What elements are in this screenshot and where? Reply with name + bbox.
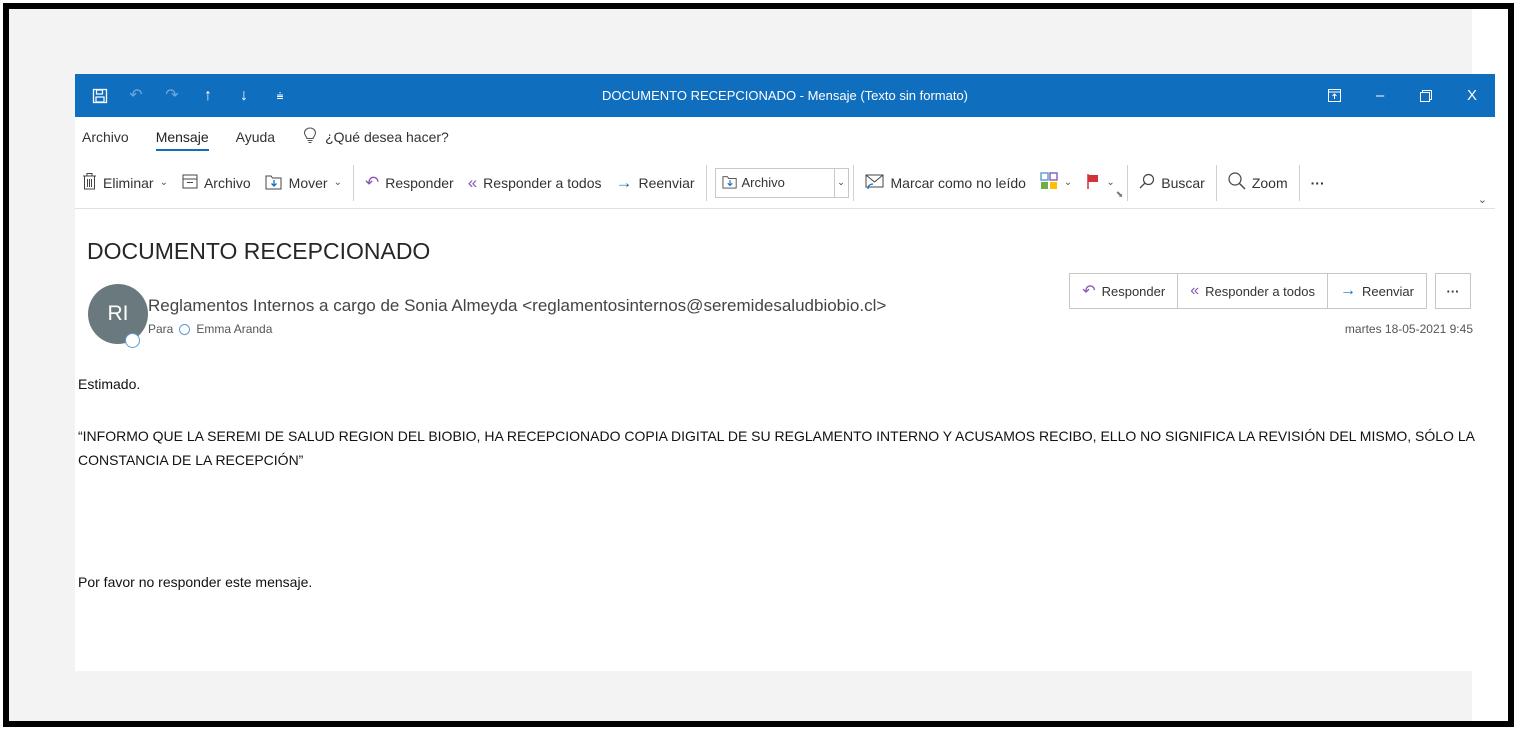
avatar-initials: RI bbox=[107, 302, 129, 325]
ribbon-separator bbox=[852, 164, 854, 201]
ribbon: Eliminar ⌄ Archivo Mover ⌄ ↶ Responder «… bbox=[75, 157, 1495, 209]
tell-me-text: ¿Qué desea hacer? bbox=[325, 129, 449, 145]
delete-label: Eliminar bbox=[103, 174, 154, 191]
search-icon bbox=[1139, 173, 1155, 192]
reply-icon: ↶ bbox=[364, 173, 380, 192]
restore-button[interactable] bbox=[1403, 74, 1449, 117]
reply-all-icon: « bbox=[1190, 282, 1200, 299]
forward-button[interactable]: → Reenviar bbox=[608, 167, 701, 199]
more-actions-button[interactable]: ··· bbox=[1435, 273, 1471, 309]
reply-all-button[interactable]: « Responder a todos bbox=[1177, 273, 1328, 309]
chevron-down-icon: ⌄ bbox=[159, 177, 168, 188]
more-commands-button[interactable]: ··· bbox=[1304, 167, 1332, 199]
screenshot-frame: ↶ ↷ ↑ ↓ ⩧ DOCUMENTO RECEPCIONADO - Mensa… bbox=[3, 3, 1514, 727]
flag-icon bbox=[1086, 173, 1100, 193]
categorize-button[interactable]: ⌄ bbox=[1033, 167, 1079, 199]
minimize-button[interactable]: – bbox=[1357, 74, 1403, 117]
reply-all-label: Responder a todos bbox=[1205, 283, 1315, 299]
avatar: RI bbox=[88, 284, 148, 344]
quick-steps-dropdown[interactable]: Archivo ⌄ bbox=[714, 167, 849, 198]
menu-ayuda[interactable]: Ayuda bbox=[236, 123, 275, 151]
title-bar: ↶ ↷ ↑ ↓ ⩧ DOCUMENTO RECEPCIONADO - Mensa… bbox=[75, 74, 1495, 117]
message-date: martes 18-05-2021 9:45 bbox=[1344, 322, 1473, 336]
reply-label: Responder bbox=[385, 174, 454, 191]
close-button[interactable]: X bbox=[1449, 74, 1495, 117]
to-label: Para bbox=[148, 322, 174, 336]
chevron-down-icon: ⌄ bbox=[333, 177, 342, 188]
archive-label: Archivo bbox=[203, 174, 251, 191]
dialog-launcher-icon[interactable]: ⬊ bbox=[1116, 189, 1124, 200]
move-label: Mover bbox=[288, 174, 328, 191]
chevron-down-icon[interactable]: ⌄ bbox=[833, 168, 848, 197]
categories-icon bbox=[1040, 172, 1058, 193]
customize-toolbar-icon[interactable]: ⩧ bbox=[269, 85, 291, 107]
next-item-icon[interactable]: ↓ bbox=[233, 85, 255, 107]
window-controls: – X bbox=[1311, 74, 1495, 117]
ribbon-separator bbox=[1215, 164, 1217, 201]
reply-all-button[interactable]: « Responder a todos bbox=[461, 167, 609, 199]
move-button[interactable]: Mover ⌄ bbox=[258, 167, 349, 199]
delete-button[interactable]: Eliminar ⌄ bbox=[75, 167, 175, 199]
recipient-name[interactable]: Emma Aranda bbox=[196, 322, 272, 336]
search-button[interactable]: Buscar bbox=[1132, 167, 1212, 199]
forward-label: Reenviar bbox=[1361, 283, 1414, 299]
forward-arrow-icon: → bbox=[1339, 282, 1356, 299]
recipient-line: Para Emma Aranda bbox=[148, 322, 272, 336]
zoom-label: Zoom bbox=[1251, 174, 1288, 191]
quick-step-item[interactable]: Archivo bbox=[716, 174, 834, 192]
save-icon[interactable] bbox=[89, 85, 111, 107]
forward-arrow-icon: → bbox=[615, 173, 633, 192]
reply-label: Responder bbox=[1101, 283, 1166, 299]
forward-label: Reenviar bbox=[638, 174, 695, 191]
reply-all-icon: « bbox=[467, 173, 478, 192]
trash-icon bbox=[82, 172, 97, 193]
ribbon-display-options-icon[interactable] bbox=[1311, 74, 1357, 117]
reply-button[interactable]: ↶ Responder bbox=[358, 167, 461, 199]
tell-me-box[interactable]: ¿Qué desea hacer? bbox=[303, 127, 449, 147]
redo-icon[interactable]: ↷ bbox=[161, 85, 183, 107]
message-subject: DOCUMENTO RECEPCIONADO bbox=[87, 238, 431, 264]
message-actions: ↶ Responder « Responder a todos → Reenvi… bbox=[1069, 273, 1471, 309]
move-folder-icon bbox=[722, 174, 738, 192]
ribbon-separator bbox=[352, 164, 354, 201]
ribbon-separator bbox=[1298, 164, 1300, 201]
quick-step-label: Archivo bbox=[741, 175, 785, 190]
sender-line[interactable]: Reglamentos Internos a cargo de Sonia Al… bbox=[148, 296, 886, 316]
quick-access-toolbar: ↶ ↷ ↑ ↓ ⩧ bbox=[89, 74, 291, 117]
zoom-icon bbox=[1228, 172, 1246, 193]
chevron-down-icon[interactable]: ⌄ bbox=[1478, 193, 1487, 206]
chevron-down-icon: ⌄ bbox=[1106, 177, 1115, 188]
presence-status-icon bbox=[179, 323, 191, 335]
chevron-down-icon: ⌄ bbox=[1063, 177, 1073, 188]
mark-unread-label: Marcar como no leído bbox=[890, 174, 1026, 191]
reply-button[interactable]: ↶ Responder bbox=[1069, 273, 1179, 309]
reply-all-label: Responder a todos bbox=[483, 174, 602, 191]
body-paragraph: “INFORMO QUE LA SEREMI DE SALUD REGION D… bbox=[78, 428, 1475, 468]
menu-archivo[interactable]: Archivo bbox=[82, 123, 129, 151]
move-folder-icon bbox=[265, 173, 283, 193]
more-icon: ··· bbox=[1310, 174, 1325, 191]
menu-mensaje[interactable]: Mensaje bbox=[155, 123, 209, 151]
ribbon-separator bbox=[705, 164, 707, 201]
outlook-message-window: ↶ ↷ ↑ ↓ ⩧ DOCUMENTO RECEPCIONADO - Mensa… bbox=[75, 74, 1495, 671]
forward-button[interactable]: → Reenviar bbox=[1326, 273, 1427, 309]
previous-item-icon[interactable]: ↑ bbox=[197, 85, 219, 107]
presence-status-icon bbox=[125, 333, 140, 348]
lightbulb-icon bbox=[303, 127, 317, 147]
undo-icon[interactable]: ↶ bbox=[125, 85, 147, 107]
ribbon-separator bbox=[1127, 164, 1129, 201]
envelope-icon bbox=[865, 173, 885, 193]
body-footer: Por favor no responder este mensaje. bbox=[78, 574, 313, 590]
archive-icon bbox=[182, 174, 198, 192]
reply-icon: ↶ bbox=[1082, 283, 1096, 300]
search-label: Buscar bbox=[1161, 174, 1205, 191]
zoom-button[interactable]: Zoom bbox=[1221, 167, 1295, 199]
body-greeting: Estimado. bbox=[78, 376, 141, 392]
archive-button[interactable]: Archivo bbox=[175, 167, 258, 199]
more-icon: ··· bbox=[1446, 283, 1460, 299]
menu-bar: Archivo Mensaje Ayuda ¿Qué desea hacer? bbox=[75, 117, 1495, 157]
mark-unread-button[interactable]: Marcar como no leído bbox=[858, 167, 1033, 199]
